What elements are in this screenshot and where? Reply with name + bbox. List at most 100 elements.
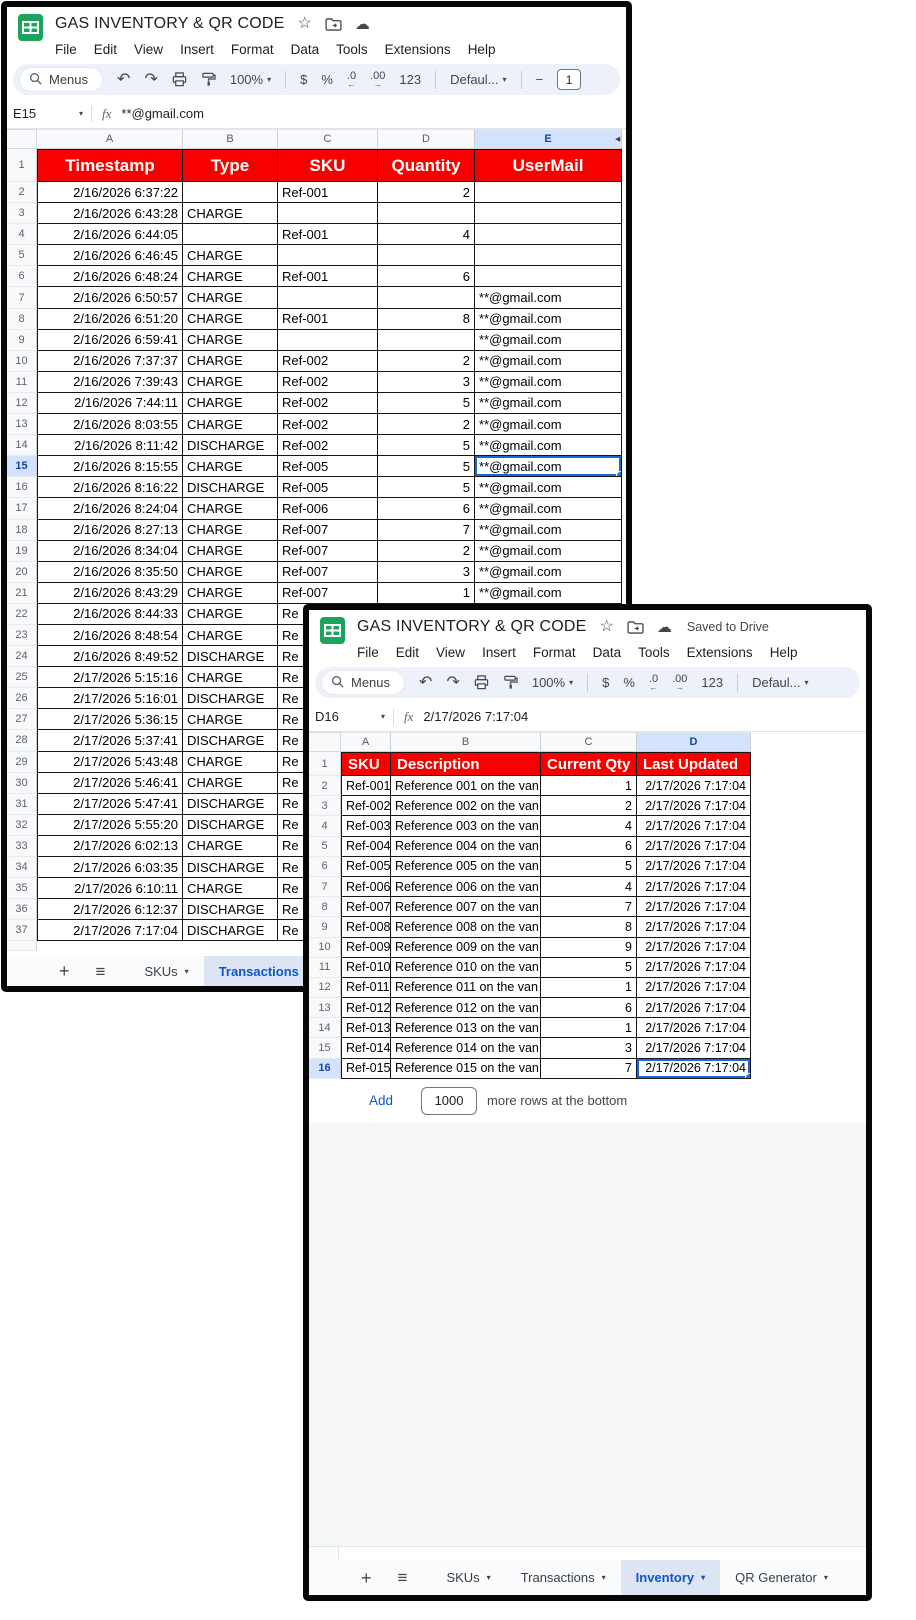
cell-B37[interactable]: DISCHARGE (183, 920, 278, 941)
add-rows-count-input[interactable] (421, 1087, 477, 1115)
menu-tools[interactable]: Tools (336, 42, 368, 57)
cell-E5[interactable] (475, 245, 622, 266)
cell-D16[interactable]: 2/17/2026 7:17:04 (637, 1059, 751, 1079)
cell-B16[interactable]: Reference 015 on the van (391, 1059, 541, 1079)
cell-A4[interactable]: 2/16/2026 6:44:05 (37, 224, 183, 245)
cell-C7[interactable]: 4 (541, 877, 637, 897)
cell-D8[interactable]: 2/17/2026 7:17:04 (637, 897, 751, 917)
cell-B18[interactable]: CHARGE (183, 520, 278, 541)
cell-C19[interactable]: Ref-007 (278, 541, 378, 562)
row-header-31[interactable]: 31 (7, 794, 37, 815)
cell-D20[interactable]: 3 (378, 562, 475, 583)
document-title[interactable]: GAS INVENTORY & QR CODE (357, 618, 587, 636)
cell-B6[interactable]: CHARGE (183, 266, 278, 287)
row-header-21[interactable]: 21 (7, 583, 37, 604)
column-header-E[interactable]: E◂ (475, 129, 622, 149)
cell-B11[interactable]: Reference 010 on the van (391, 958, 541, 978)
paint-format-button[interactable] (503, 675, 518, 690)
row-header-16[interactable]: 16 (7, 477, 37, 498)
cell-C10[interactable]: 9 (541, 938, 637, 958)
cell-C11[interactable]: Ref-002 (278, 372, 378, 393)
tab-qr-generator[interactable]: QR Generator▾ (720, 1560, 843, 1595)
cell-A4[interactable]: Ref-003 (341, 816, 391, 836)
cell-C6[interactable]: Ref-001 (278, 266, 378, 287)
cell-C4[interactable]: Ref-001 (278, 224, 378, 245)
cell-B9[interactable]: CHARGE (183, 330, 278, 351)
cell-B15[interactable]: Reference 014 on the van (391, 1038, 541, 1058)
cell-B10[interactable]: Reference 009 on the van (391, 938, 541, 958)
row-header-10[interactable]: 10 (309, 938, 341, 958)
row-header-33[interactable]: 33 (7, 836, 37, 857)
column-header-A[interactable]: A (341, 732, 391, 752)
increase-decimal-button[interactable]: .00 → (370, 71, 385, 89)
row-header-8[interactable]: 8 (7, 309, 37, 330)
row-header-9[interactable]: 9 (7, 330, 37, 351)
cell-B17[interactable]: CHARGE (183, 498, 278, 519)
formula-input[interactable]: 2/17/2026 7:17:04 (423, 709, 528, 724)
row-header-10[interactable]: 10 (7, 351, 37, 372)
font-style-select[interactable]: Defaul... ▾ (450, 73, 506, 86)
cell-D10[interactable]: 2/17/2026 7:17:04 (637, 938, 751, 958)
print-button[interactable] (474, 675, 489, 690)
formula-input[interactable]: **@gmail.com (121, 106, 204, 121)
row-header-12[interactable]: 12 (309, 978, 341, 998)
menu-insert[interactable]: Insert (482, 645, 516, 660)
cell-C9[interactable] (278, 330, 378, 351)
row-header-13[interactable]: 13 (309, 998, 341, 1018)
cell-E12[interactable]: **@gmail.com (475, 393, 622, 414)
cell-B13[interactable]: Reference 012 on the van (391, 998, 541, 1018)
cell-D14[interactable]: 5 (378, 435, 475, 456)
menus-search-button[interactable]: Menus (19, 67, 103, 92)
cell-E2[interactable] (475, 182, 622, 203)
menu-file[interactable]: File (357, 645, 379, 660)
cell-B12[interactable]: Reference 011 on the van (391, 978, 541, 998)
column-header-D[interactable]: D (637, 732, 751, 752)
cell-A2[interactable]: 2/16/2026 6:37:22 (37, 182, 183, 203)
cell-B3[interactable]: Reference 002 on the van (391, 796, 541, 816)
cell-D2[interactable]: 2 (378, 182, 475, 203)
cell-A7[interactable]: Ref-006 (341, 877, 391, 897)
redo-button[interactable]: ↷ (144, 72, 157, 88)
cloud-status-icon[interactable]: ☁ (657, 620, 672, 635)
cell-B10[interactable]: CHARGE (183, 351, 278, 372)
cell-D14[interactable]: 2/17/2026 7:17:04 (637, 1018, 751, 1038)
row-header-34[interactable]: 34 (7, 857, 37, 878)
cell-A12[interactable]: Ref-011 (341, 978, 391, 998)
cell-D6[interactable]: 2/17/2026 7:17:04 (637, 857, 751, 877)
cell-A3[interactable]: 2/16/2026 6:43:28 (37, 203, 183, 224)
menus-search-button[interactable]: Menus (321, 670, 405, 695)
cell-C7[interactable] (278, 287, 378, 308)
cell-B25[interactable]: CHARGE (183, 667, 278, 688)
cell-E13[interactable]: **@gmail.com (475, 414, 622, 435)
column-header-B[interactable]: B (183, 129, 278, 149)
cell-A24[interactable]: 2/16/2026 8:49:52 (37, 646, 183, 667)
cell-A21[interactable]: 2/16/2026 8:43:29 (37, 583, 183, 604)
cloud-status-icon[interactable]: ☁ (355, 17, 370, 32)
cell-B28[interactable]: DISCHARGE (183, 730, 278, 751)
cell-C18[interactable]: Ref-007 (278, 520, 378, 541)
cell-B2[interactable]: Reference 001 on the van (391, 776, 541, 796)
cell-B22[interactable]: CHARGE (183, 604, 278, 625)
move-folder-icon[interactable] (627, 621, 644, 634)
cell-C15[interactable]: 3 (541, 1038, 637, 1058)
cell-B23[interactable]: CHARGE (183, 625, 278, 646)
tab-transactions[interactable]: Transactions▾ (506, 1560, 621, 1595)
cell-B4[interactable]: Reference 003 on the van (391, 816, 541, 836)
cell-D7[interactable] (378, 287, 475, 308)
row-header-3[interactable]: 3 (309, 796, 341, 816)
menu-view[interactable]: View (436, 645, 465, 660)
cell-B29[interactable]: CHARGE (183, 752, 278, 773)
cell-D11[interactable]: 3 (378, 372, 475, 393)
cell-B11[interactable]: CHARGE (183, 372, 278, 393)
cell-D5[interactable] (378, 245, 475, 266)
move-folder-icon[interactable] (325, 18, 342, 31)
row-header-20[interactable]: 20 (7, 562, 37, 583)
row-header-19[interactable]: 19 (7, 541, 37, 562)
cell-C5[interactable]: 6 (541, 837, 637, 857)
cell-D9[interactable]: 2/17/2026 7:17:04 (637, 917, 751, 937)
font-style-select[interactable]: Defaul... ▾ (752, 676, 808, 689)
cell-B15[interactable]: CHARGE (183, 456, 278, 477)
row-header-14[interactable]: 14 (309, 1018, 341, 1038)
row-header-17[interactable]: 17 (7, 498, 37, 519)
cell-A16[interactable]: 2/16/2026 8:16:22 (37, 477, 183, 498)
